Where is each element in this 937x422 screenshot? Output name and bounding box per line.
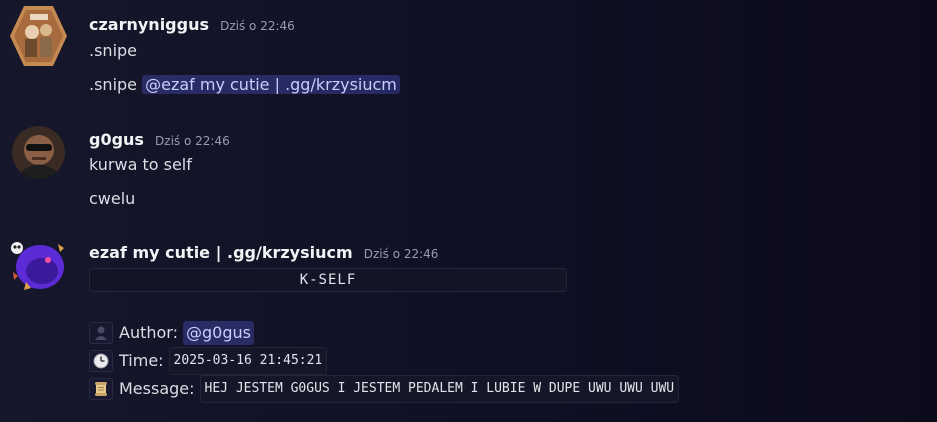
code-block: K-SELF xyxy=(89,268,567,292)
avatar-image xyxy=(10,6,67,66)
message-header: g0gus Dziś o 22:46 xyxy=(89,130,230,149)
message-header: czarnyniggus Dziś o 22:46 xyxy=(89,15,295,34)
timestamp[interactable]: Dziś o 22:46 xyxy=(364,247,439,261)
avatar-ezaf[interactable] xyxy=(8,238,68,294)
message-line: .snipe @ezaf my cutie | .gg/krzysiucm xyxy=(89,75,400,94)
username[interactable]: g0gus xyxy=(89,130,144,149)
embed-time-line: Time: 2025-03-16 21:45:21 xyxy=(89,347,328,375)
user-mention[interactable]: @g0gus xyxy=(182,321,254,345)
message-line: kurwa to self xyxy=(89,155,192,174)
avatar-image xyxy=(12,126,65,179)
bust-silhouette-icon xyxy=(89,322,113,344)
username[interactable]: czarnyniggus xyxy=(89,15,209,34)
avatar-g0gus[interactable] xyxy=(12,126,65,179)
avatar-image xyxy=(11,242,64,290)
message-value: HEJ JESTEM G0GUS I JESTEM PEDALEM I LUBI… xyxy=(199,375,680,403)
username[interactable]: ezaf my cutie | .gg/krzysiucm xyxy=(89,243,353,262)
avatar-czarnyniggus[interactable] xyxy=(10,6,67,66)
message-line: cwelu xyxy=(89,189,136,208)
message-text: .snipe xyxy=(89,75,143,94)
embed-author-line: Author: @g0gus xyxy=(89,321,254,345)
message-label: Message: xyxy=(119,379,195,398)
user-mention[interactable]: @ezaf my cutie | .gg/krzysiucm xyxy=(142,75,400,94)
scroll-icon xyxy=(89,378,113,400)
message-line: .snipe xyxy=(89,41,138,60)
message-header: ezaf my cutie | .gg/krzysiucm Dziś o 22:… xyxy=(89,243,438,262)
time-label: Time: xyxy=(119,351,164,370)
time-value: 2025-03-16 21:45:21 xyxy=(168,347,328,375)
embed-message-line: Message: HEJ JESTEM G0GUS I JESTEM PEDAL… xyxy=(89,375,680,403)
timestamp[interactable]: Dziś o 22:46 xyxy=(220,19,295,33)
timestamp[interactable]: Dziś o 22:46 xyxy=(155,134,230,148)
clock-icon xyxy=(89,350,113,372)
author-label: Author: xyxy=(119,323,178,342)
